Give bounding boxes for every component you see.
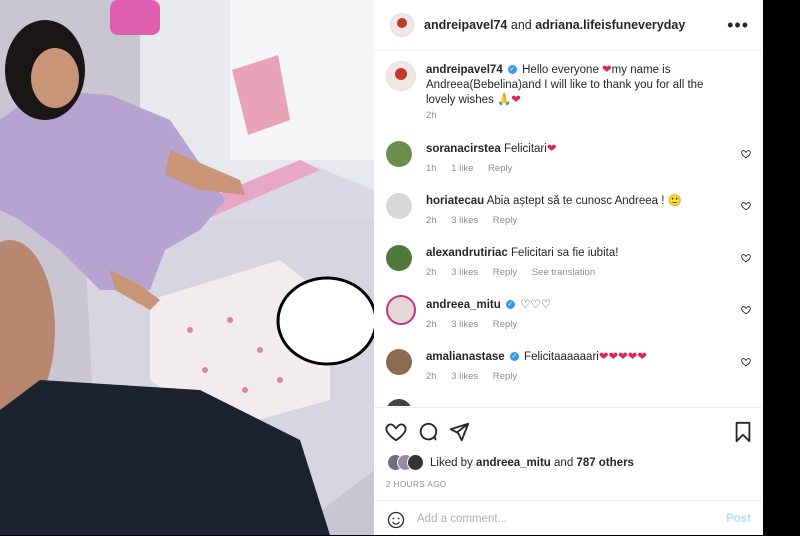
add-comment-bar: Add a comment... Post <box>374 500 763 536</box>
commenter-avatar[interactable] <box>386 141 412 167</box>
heart-icon[interactable] <box>741 253 751 263</box>
author-avatar[interactable] <box>390 13 414 37</box>
commenter-avatar[interactable] <box>386 193 412 219</box>
comment-likes[interactable]: 3 likes <box>451 267 478 278</box>
comment-time: 2h <box>426 319 437 330</box>
reply-link[interactable]: Reply <box>493 267 517 278</box>
comment-body: Felicitari sa fie iubita! <box>511 247 619 259</box>
comment-body: Abia aștept să te cunosc Andreea ! <box>486 195 668 207</box>
heart-icon[interactable] <box>741 305 751 315</box>
heart-icon[interactable] <box>741 149 751 159</box>
comment-body: ♡♡♡ <box>520 299 552 311</box>
heart-emoji-icon: ❤ <box>602 64 612 76</box>
comment-text: soranacirstea Felicitari❤ <box>426 142 726 157</box>
comment-item: andreea_mitu ✓ ♡♡♡ 2h 3 likes Reply <box>374 295 763 340</box>
heart-emoji-icon: ❤ <box>511 94 521 106</box>
reply-link[interactable]: Reply <box>493 215 517 226</box>
comment-text: andreea_mitu ✓ ♡♡♡ <box>426 298 726 313</box>
comment-likes[interactable]: 3 likes <box>451 319 478 330</box>
liked-by-prefix: Liked by <box>430 457 473 469</box>
commenter-avatar[interactable] <box>386 245 412 271</box>
verified-icon: ✓ <box>509 352 519 362</box>
post-actions: Liked by andreea_mitu and 787 others 2 H… <box>374 407 763 508</box>
author-username[interactable]: andreipavel74 <box>424 18 507 32</box>
comment-meta: 2h 3 likes Reply <box>426 319 529 330</box>
post-authors: andreipavel74 and adriana.lifeisfunevery… <box>424 18 685 32</box>
post-photo[interactable] <box>0 0 374 535</box>
heart-icon[interactable] <box>741 201 751 211</box>
heart-emoji-icon: ❤❤❤❤❤ <box>598 351 648 363</box>
comment-likes[interactable]: 3 likes <box>451 371 478 382</box>
comment-text: amalianastase ✓ Felicitaaaaaari❤❤❤❤❤ <box>426 350 726 365</box>
post-date[interactable]: 2 HOURS AGO <box>386 480 447 489</box>
commenter-avatar[interactable] <box>386 399 412 406</box>
emoji-icon[interactable] <box>387 511 405 529</box>
commenter-avatar[interactable] <box>386 295 416 325</box>
comment-item: amalianastase ✓ Felicitaaaaaari❤❤❤❤❤ 2h … <box>374 347 763 392</box>
heart-emoji-icon: ❤ <box>546 143 557 155</box>
caption-part1: Hello everyone <box>522 64 603 76</box>
comment-likes[interactable]: 3 likes <box>451 215 478 226</box>
comment-text: alexandrutiriac Felicitari sa fie iubita… <box>426 246 726 261</box>
liked-by-avatars <box>387 454 429 471</box>
comment-meta: 1h 1 like Reply <box>426 163 524 174</box>
comments-list[interactable]: andreipavel74 ✓ Hello everyone ❤my name … <box>374 51 763 406</box>
more-options-icon[interactable]: ••• <box>727 15 749 36</box>
post-panel: andreipavel74 and adriana.lifeisfunevery… <box>374 0 763 535</box>
comment-time: 2h <box>426 215 437 226</box>
caption-time: 2h <box>426 110 437 121</box>
background-overlay <box>763 0 800 535</box>
heart-icon[interactable] <box>741 357 751 367</box>
add-comment-input[interactable]: Add a comment... <box>417 513 507 525</box>
comment-body: Felicitari <box>504 143 547 155</box>
bookmark-icon[interactable] <box>732 421 754 443</box>
comment-item-partial <box>374 399 763 406</box>
reply-link[interactable]: Reply <box>493 319 517 330</box>
comment-item: horiatecau Abia aștept să te cunosc Andr… <box>374 191 763 236</box>
coauthor-username[interactable]: adriana.lifeisfuneveryday <box>535 18 685 32</box>
verified-icon: ✓ <box>505 300 515 310</box>
heart-icon[interactable] <box>385 421 407 443</box>
liked-by-joiner: and <box>554 457 574 469</box>
comment-username[interactable]: soranacirstea <box>426 143 501 155</box>
comment-time: 2h <box>426 267 437 278</box>
verified-icon: ✓ <box>507 65 517 75</box>
comment-item: alexandrutiriac Felicitari sa fie iubita… <box>374 243 763 288</box>
comment-username[interactable]: horiatecau <box>426 195 484 207</box>
comment-time: 1h <box>426 163 437 174</box>
comment-item: soranacirstea Felicitari❤ 1h 1 like Repl… <box>374 139 763 184</box>
comment-icon[interactable] <box>417 421 439 443</box>
caption-username[interactable]: andreipavel74 <box>426 64 503 76</box>
comment-time: 2h <box>426 371 437 382</box>
commenter-avatar[interactable] <box>386 349 412 375</box>
comment-meta: 2h 3 likes Reply <box>426 215 529 226</box>
comment-meta: 2h 3 likes Reply See translation <box>426 267 607 278</box>
comment-body: Felicitaaaaaari <box>524 351 599 363</box>
and-word: and <box>510 18 532 32</box>
reply-link[interactable]: Reply <box>488 163 512 174</box>
comment-username[interactable]: alexandrutiriac <box>426 247 508 259</box>
comment-text: horiatecau Abia aștept să te cunosc Andr… <box>426 194 726 209</box>
caption-meta: 2h <box>426 110 449 121</box>
comment-username[interactable]: amalianastase <box>426 351 505 363</box>
smile-emoji-icon: 🙂 <box>667 195 682 207</box>
liked-by-text: Liked by andreea_mitu and 787 others <box>430 457 634 469</box>
caption: andreipavel74 ✓ Hello everyone ❤my name … <box>374 61 763 126</box>
comment-likes[interactable]: 1 like <box>451 163 473 174</box>
liked-by-others[interactable]: 787 others <box>576 457 634 469</box>
caption-text: andreipavel74 ✓ Hello everyone ❤my name … <box>426 63 726 108</box>
caption-avatar[interactable] <box>386 61 416 91</box>
comment-meta: 2h 3 likes Reply <box>426 371 529 382</box>
liked-by-user[interactable]: andreea_mitu <box>476 457 551 469</box>
reply-link[interactable]: Reply <box>493 371 517 382</box>
comment-username[interactable]: andreea_mitu <box>426 299 501 311</box>
see-translation-link[interactable]: See translation <box>532 267 595 278</box>
pray-emoji-icon: 🙏 <box>496 94 512 106</box>
post-header: andreipavel74 and adriana.lifeisfunevery… <box>374 0 763 51</box>
share-icon[interactable] <box>448 421 470 443</box>
post-button[interactable]: Post <box>726 513 751 525</box>
liker-avatar <box>407 454 424 471</box>
